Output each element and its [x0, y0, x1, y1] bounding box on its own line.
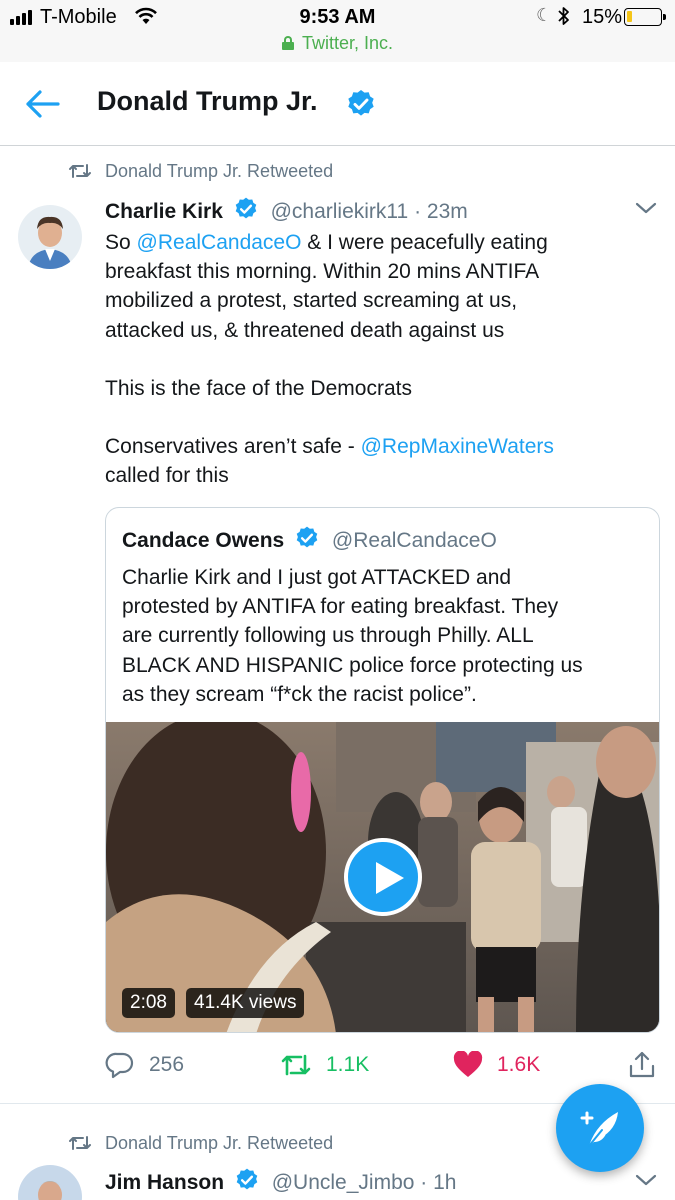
- site-identity: Twitter, Inc.: [0, 33, 675, 54]
- video-thumbnail[interactable]: 2:08 41.4K views: [106, 722, 659, 1032]
- page-title: Donald Trump Jr.: [97, 86, 318, 116]
- quoted-author-name: Candace Owens: [122, 529, 285, 552]
- site-name: Twitter, Inc.: [301, 33, 394, 53]
- author-name[interactable]: Charlie Kirk: [105, 200, 223, 223]
- tweet-author-line: Jim Hanson @Uncle_Jimbo · 1h: [105, 1167, 456, 1195]
- heart-icon: [453, 1051, 483, 1077]
- retweet-count: 1.1K: [326, 1053, 370, 1076]
- retweet-button[interactable]: 1.1K: [280, 1048, 369, 1082]
- like-count: 1.6K: [497, 1053, 541, 1076]
- retweeted-by-label: Donald Trump Jr. Retweeted: [105, 1133, 334, 1153]
- retweet-small-icon: [69, 164, 91, 178]
- verified-badge-icon: [348, 90, 374, 116]
- share-icon: [629, 1051, 655, 1078]
- back-arrow-icon[interactable]: [24, 88, 64, 120]
- author-name[interactable]: Jim Hanson: [105, 1171, 224, 1194]
- battery-percentage: 15%: [582, 6, 623, 28]
- share-button[interactable]: [627, 1048, 671, 1082]
- chevron-down-icon[interactable]: [634, 200, 658, 216]
- battery-level-fill: [627, 11, 632, 22]
- mention-link[interactable]: @RepMaxineWaters: [361, 435, 554, 458]
- tweet-timestamp: · 23m: [414, 200, 468, 223]
- reply-count: 256: [149, 1053, 185, 1076]
- battery-icon: [624, 8, 666, 26]
- verified-badge-icon: [235, 197, 257, 219]
- author-handle[interactable]: @charliekirk11: [271, 200, 409, 223]
- profile-header: Donald Trump Jr.: [0, 62, 675, 146]
- quoted-author-handle: @RealCandaceO: [331, 529, 497, 552]
- tweet-author-line: Charlie Kirk @charliekirk11 · 23m: [105, 196, 468, 224]
- play-button[interactable]: [344, 838, 422, 916]
- quoted-tweet-card[interactable]: Candace Owens @RealCandaceO Charlie Kirk…: [105, 507, 660, 1033]
- status-bar: T-Mobile 9:53 AM Twitter, Inc. ☾ 15%: [0, 0, 675, 62]
- retweeted-by-label: Donald Trump Jr. Retweeted: [105, 161, 334, 181]
- reply-icon: [105, 1052, 134, 1079]
- bluetooth-icon: [558, 7, 569, 25]
- do-not-disturb-icon: ☾: [536, 5, 553, 25]
- retweet-icon: [281, 1054, 311, 1076]
- tweet-text: So @RealCandaceO & I were peacefully eat…: [105, 231, 554, 488]
- chevron-down-icon[interactable]: [634, 1172, 658, 1188]
- like-button[interactable]: 1.6K: [453, 1048, 540, 1082]
- mention-link[interactable]: @RealCandaceO: [137, 231, 302, 254]
- quoted-tweet-text: Charlie Kirk and I just got ATTACKED and…: [122, 566, 583, 706]
- quoted-author-line: Candace Owens @RealCandaceO: [122, 525, 497, 553]
- compose-feather-icon: [580, 1111, 618, 1147]
- clock: 9:53 AM: [299, 6, 376, 28]
- tweet-timestamp: · 1h: [420, 1171, 457, 1194]
- verified-badge-icon: [236, 1168, 258, 1190]
- compose-tweet-button[interactable]: [556, 1084, 644, 1172]
- video-views-badge: 41.4K views: [186, 988, 305, 1018]
- retweet-small-icon: [69, 1136, 91, 1150]
- reply-button[interactable]: 256: [105, 1048, 184, 1082]
- video-duration-badge: 2:08: [122, 988, 175, 1018]
- avatar[interactable]: [18, 1165, 82, 1200]
- avatar[interactable]: [18, 205, 82, 269]
- verified-badge-icon: [296, 526, 318, 548]
- lock-icon: [281, 36, 294, 50]
- author-handle[interactable]: @Uncle_Jimbo: [272, 1171, 415, 1194]
